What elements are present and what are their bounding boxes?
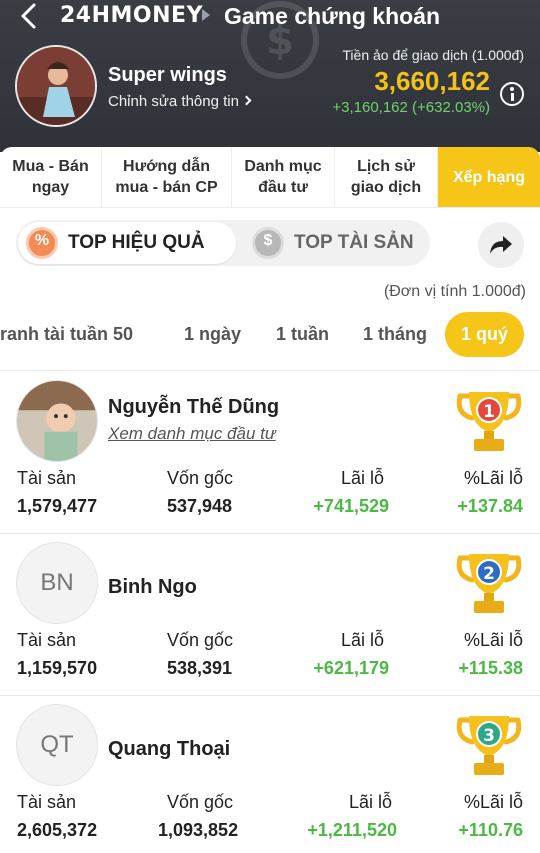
capital-label: Vốn gốc [167,468,234,488]
tab-history[interactable]: Lịch sử giao dịch [335,147,438,207]
period-1-quarter[interactable]: 1 quý [445,312,525,357]
pnl-value: +1,211,520 [307,820,397,840]
user-name[interactable]: Quang Thoại [108,738,230,761]
user-avatar-initials: QT [16,704,98,786]
capital-label: Vốn gốc [167,630,234,650]
balance-value: 3,660,162 [374,66,490,96]
capital-value: 1,093,852 [158,820,239,840]
asset-label: Tài sản [17,468,77,488]
user-avatar[interactable] [15,45,97,127]
tab-label: ngay [31,179,70,196]
tab-buy-sell[interactable]: Mua - Bán ngay [0,147,102,207]
user-name: Super wings [108,64,227,86]
top-performance-label: TOP HIỆU QUẢ [68,232,205,253]
dollar-symbol: $ [263,232,273,249]
virtual-money-label: Tiền ảo để giao dịch (1.000đ) [342,47,524,63]
tab-ranking[interactable]: Xếp hạng [438,147,540,207]
share-button[interactable] [478,222,524,268]
tab-label: Lịch sử [357,158,415,175]
period-weekly-contest[interactable]: tranh tài tuần 50 [0,312,133,357]
asset-value: 2,605,372 [17,820,98,840]
capital-value: 537,948 [167,496,233,516]
pnl-pct-label: %Lãi lỗ [463,468,523,488]
view-portfolio-link[interactable]: Xem danh mục đầu tư [108,424,276,444]
pnl-value: +741,529 [313,496,389,516]
ranking-type-bar: % TOP HIỆU QUẢ $ TOP TÀI SẢN [0,208,540,280]
top-performance-button[interactable]: % TOP HIỆU QUẢ [18,222,236,264]
percent-symbol: % [34,232,50,249]
tab-label: Xếp hạng [452,168,525,186]
rank-number: 3 [483,726,495,746]
unit-note: (Đơn vị tính 1.000đ) [383,283,526,300]
chevron-right-icon [241,95,252,106]
pnl-label: Lãi lỗ [348,792,392,812]
baby-photo [17,381,97,461]
divider [0,370,540,371]
tab-label: mua - bán CP [115,179,218,196]
asset-label: Tài sản [17,630,77,650]
pnl-pct-value: +115.38 [458,658,523,678]
period-1-month[interactable]: 1 tháng [363,312,427,357]
percent-icon: % [26,227,58,259]
user-avatar-initials: BN [16,542,98,624]
top-assets-button[interactable]: $ TOP TÀI SẢN [238,220,428,266]
breadcrumb-separator-icon [202,9,210,21]
user-photo [17,47,95,125]
gain-value: +3,160,162 (+632.03%) [332,99,490,116]
user-name[interactable]: Nguyễn Thế Dũng [108,396,279,419]
top-assets-label: TOP TÀI SẢN [294,232,414,253]
trophy-gold-rank-3-icon: 3 [456,716,522,775]
app-header: $ 24HMONEY Game chứng khoán Super wings … [0,0,540,152]
dollar-icon: $ [252,227,284,259]
ranking-row[interactable]: QT Quang Thoại 3 Tài sản Vốn gốc Lãi lỗ … [0,696,540,853]
page-title: Game chứng khoán [224,3,441,29]
pnl-label: Lãi lỗ [340,468,384,488]
rank-number: 1 [483,402,495,422]
tab-label: Hướng dẫn [123,158,210,175]
pnl-pct-value: +137.84 [457,496,523,516]
info-icon[interactable] [500,82,524,106]
pnl-pct-label: %Lãi lỗ [463,630,523,650]
brand-name: 24HMONEY [60,3,203,28]
tab-label: Mua - Bán [12,158,89,175]
asset-label: Tài sản [17,792,77,812]
main-tabs: Mua - Bán ngay Hướng dẫn mua - bán CP Danh… [0,147,540,208]
tab-label: Danh mục [244,158,322,175]
pnl-pct-value: +110.76 [458,820,523,840]
pnl-value: +621,179 [313,658,389,678]
ranking-row[interactable]: BN Binh Ngo 2 Tài sản Vốn gốc Lãi lỗ %Lã… [0,534,540,696]
share-arrow-icon [490,236,512,254]
tab-label: giao dịch [350,179,422,196]
edit-profile-link[interactable]: Chỉnh sửa thông tin [108,93,252,110]
tab-label: đầu tư [258,179,308,196]
period-1-day[interactable]: 1 ngày [184,312,241,357]
ranking-type-toggle: % TOP HIỆU QUẢ $ TOP TÀI SẢN [16,220,430,266]
ranking-row[interactable]: Nguyễn Thế Dũng Xem danh mục đầu tư 1 Tà… [0,372,540,534]
back-arrow-icon[interactable] [16,2,44,30]
tab-portfolio[interactable]: Danh mục đầu tư [232,147,335,207]
user-name[interactable]: Binh Ngo [108,576,197,599]
trophy-gold-rank-2-icon: 2 [456,554,522,613]
user-avatar [16,380,98,462]
capital-value: 538,391 [167,658,233,678]
pnl-label: Lãi lỗ [340,630,384,650]
asset-value: 1,579,477 [17,496,98,516]
period-filter: tranh tài tuần 50 1 ngày 1 tuần 1 tháng … [0,312,540,357]
tab-guide[interactable]: Hướng dẫn mua - bán CP [102,147,232,207]
edit-profile-label: Chỉnh sửa thông tin [108,93,239,110]
rank-number: 2 [483,564,495,584]
period-1-week[interactable]: 1 tuần [276,312,329,357]
capital-label: Vốn gốc [167,792,234,812]
trophy-gold-rank-1-icon: 1 [456,392,522,451]
asset-value: 1,159,570 [17,658,98,678]
pnl-pct-label: %Lãi lỗ [463,792,523,812]
